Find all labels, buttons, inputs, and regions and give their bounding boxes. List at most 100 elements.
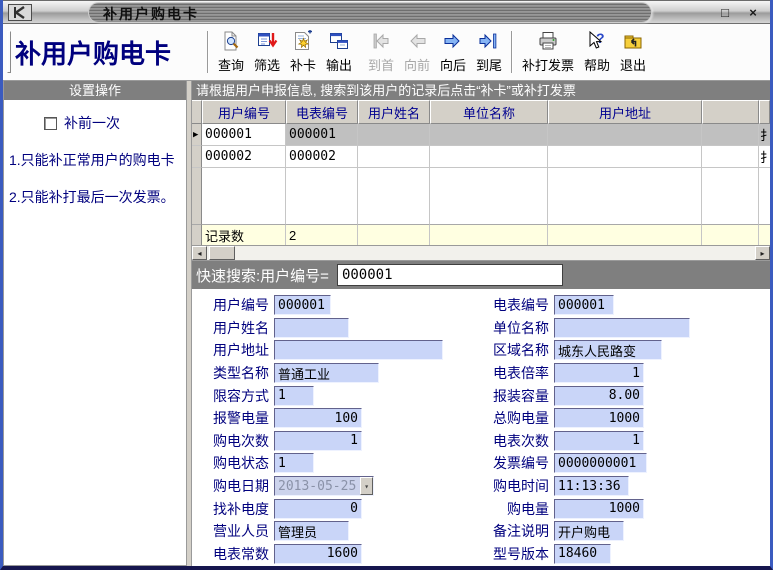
table-empty-area	[192, 168, 770, 224]
field-type-name[interactable]: 普通工业	[274, 363, 379, 383]
field-remark[interactable]: 开户购电	[554, 521, 624, 541]
field-area-name[interactable]: 城东人民路变	[554, 340, 662, 360]
detail-form: 用户编号 000001 用户姓名 用户地址 类型名称 普通工业 限容方式 1 报…	[192, 289, 770, 566]
sidebar: 设置操作 补前一次 1.只能补正常用户的购电卡 2.只能补打最后一次发票。	[3, 81, 187, 566]
field-model-version[interactable]: 18460	[554, 544, 611, 564]
toolbar-separator	[207, 31, 209, 73]
quick-search-label: 快速搜索:用户编号=	[196, 265, 329, 286]
table-footer-row: 记录数 2	[192, 224, 770, 246]
window-title: 补用户购电卡	[103, 4, 199, 24]
printer-icon	[537, 30, 559, 55]
cell-user-name[interactable]	[358, 124, 430, 146]
cell-user-id[interactable]: 000001	[202, 124, 286, 146]
cell-unit-name[interactable]	[430, 146, 548, 168]
field-invoice-number[interactable]: 0000000001	[554, 453, 647, 473]
app-window: 补用户购电卡 □ × 补用户购电卡 查询	[0, 0, 773, 570]
cell-meter-id[interactable]: 000001	[286, 124, 358, 146]
query-button[interactable]: 查询	[213, 29, 249, 75]
field-adjust-energy[interactable]: 0	[274, 499, 362, 519]
search-doc-icon	[220, 30, 242, 55]
page-title: 补用户购电卡	[15, 34, 203, 71]
cell-user-address[interactable]	[548, 124, 702, 146]
field-meter-constant[interactable]: 1600	[274, 544, 362, 564]
field-meter-ratio[interactable]: 1	[554, 363, 644, 383]
cell-extra[interactable]	[702, 124, 759, 146]
cell-extra[interactable]	[702, 146, 759, 168]
col-extra	[702, 100, 759, 124]
sidebar-note-1: 1.只能补正常用户的购电卡	[9, 150, 182, 170]
reprint-invoice-button[interactable]: 补打发票	[517, 29, 579, 75]
cell-clipped[interactable]: 扌	[759, 124, 770, 146]
output-button[interactable]: 输出	[321, 29, 357, 75]
scroll-right-button[interactable]: ▸	[755, 246, 770, 260]
field-meter-id[interactable]: 000001	[554, 295, 614, 315]
field-alarm-energy[interactable]: 100	[274, 408, 362, 428]
col-user-name[interactable]: 用户姓名	[358, 100, 430, 124]
sidebar-note-2: 2.只能补打最后一次发票。	[9, 187, 182, 207]
field-meter-count[interactable]: 1	[554, 431, 644, 451]
table-row[interactable]: 000002 000002 扌	[192, 146, 770, 168]
field-limit-mode[interactable]: 1	[274, 386, 314, 406]
col-user-address[interactable]: 用户地址	[548, 100, 702, 124]
quick-search-input[interactable]	[337, 264, 563, 286]
last-arrow-icon	[478, 30, 500, 55]
help-button[interactable]: ? 帮助	[579, 29, 615, 75]
calendar-filter-icon	[256, 30, 278, 55]
chevron-down-icon[interactable]: ▾	[360, 477, 373, 495]
field-purchase-count[interactable]: 1	[274, 431, 362, 451]
cell-unit-name[interactable]	[430, 124, 548, 146]
current-row-arrow-icon: ▶	[193, 130, 198, 140]
col-unit-name[interactable]: 单位名称	[430, 100, 548, 124]
record-count-label: 记录数	[202, 224, 286, 246]
user-table: 用户编号 电表编号 用户姓名 单位名称 用户地址 ▶ 000001 000001	[192, 100, 770, 246]
horizontal-scrollbar[interactable]: ◂ ▸	[192, 246, 770, 261]
record-count-value: 2	[286, 224, 358, 246]
cell-meter-id[interactable]: 000002	[286, 146, 358, 168]
cell-clipped[interactable]: 扌	[759, 146, 770, 168]
field-user-id[interactable]: 000001	[274, 295, 331, 315]
forms-output-icon	[328, 30, 350, 55]
field-user-name[interactable]	[274, 318, 349, 338]
table-row[interactable]: ▶ 000001 000001 扌	[192, 124, 770, 146]
cell-user-address[interactable]	[548, 146, 702, 168]
field-operator[interactable]: 管理员	[274, 521, 349, 541]
table-header-row: 用户编号 电表编号 用户姓名 单位名称 用户地址	[192, 100, 770, 124]
field-total-energy[interactable]: 1000	[554, 408, 644, 428]
field-user-address[interactable]	[274, 340, 443, 360]
toolbar-separator	[511, 31, 513, 73]
replace-previous-checkbox-row[interactable]: 补前一次	[44, 113, 186, 133]
exit-button[interactable]: 退出	[615, 29, 651, 75]
row-indicator-cell	[192, 146, 202, 168]
goto-last-button[interactable]: 到尾	[471, 29, 507, 75]
col-clipped	[759, 100, 770, 124]
reissue-card-button[interactable]: 补卡	[285, 29, 321, 75]
toolbar: 补用户购电卡 查询	[3, 24, 770, 81]
sidebar-header: 设置操作	[4, 81, 186, 100]
scroll-left-button[interactable]: ◂	[192, 246, 207, 260]
previous-button[interactable]: 向前	[399, 29, 435, 75]
col-meter-id[interactable]: 电表编号	[286, 100, 358, 124]
content-panel: 请根据用户申报信息, 搜索到该用户的记录后点击“补卡”或补打发票 用户编号 电表…	[191, 81, 770, 566]
toolbar-gripper	[7, 31, 11, 73]
instruction-bar: 请根据用户申报信息, 搜索到该用户的记录后点击“补卡”或补打发票	[192, 81, 770, 100]
exit-folder-icon	[622, 30, 644, 55]
col-user-id[interactable]: 用户编号	[202, 100, 286, 124]
goto-first-button[interactable]: 到首	[363, 29, 399, 75]
field-purchase-time[interactable]: 11:13:36	[554, 476, 629, 496]
checkbox-icon[interactable]	[44, 117, 57, 130]
quick-search-bar: 快速搜索:用户编号=	[192, 261, 770, 289]
close-button[interactable]: ×	[744, 3, 762, 21]
field-unit-name[interactable]	[554, 318, 690, 338]
cell-user-name[interactable]	[358, 146, 430, 168]
scrollbar-thumb[interactable]	[209, 246, 235, 260]
checkbox-label: 补前一次	[64, 113, 120, 133]
field-purchase-energy[interactable]: 1000	[554, 499, 644, 519]
field-installed-capacity[interactable]: 8.00	[554, 386, 644, 406]
field-purchase-date[interactable]: 2013-05-25 ▾	[274, 476, 374, 496]
cell-user-id[interactable]: 000002	[202, 146, 286, 168]
row-indicator-cell: ▶	[192, 124, 202, 146]
maximize-button[interactable]: □	[716, 3, 734, 21]
filter-button[interactable]: 筛选	[249, 29, 285, 75]
field-purchase-status[interactable]: 1	[274, 453, 314, 473]
next-button[interactable]: 向后	[435, 29, 471, 75]
